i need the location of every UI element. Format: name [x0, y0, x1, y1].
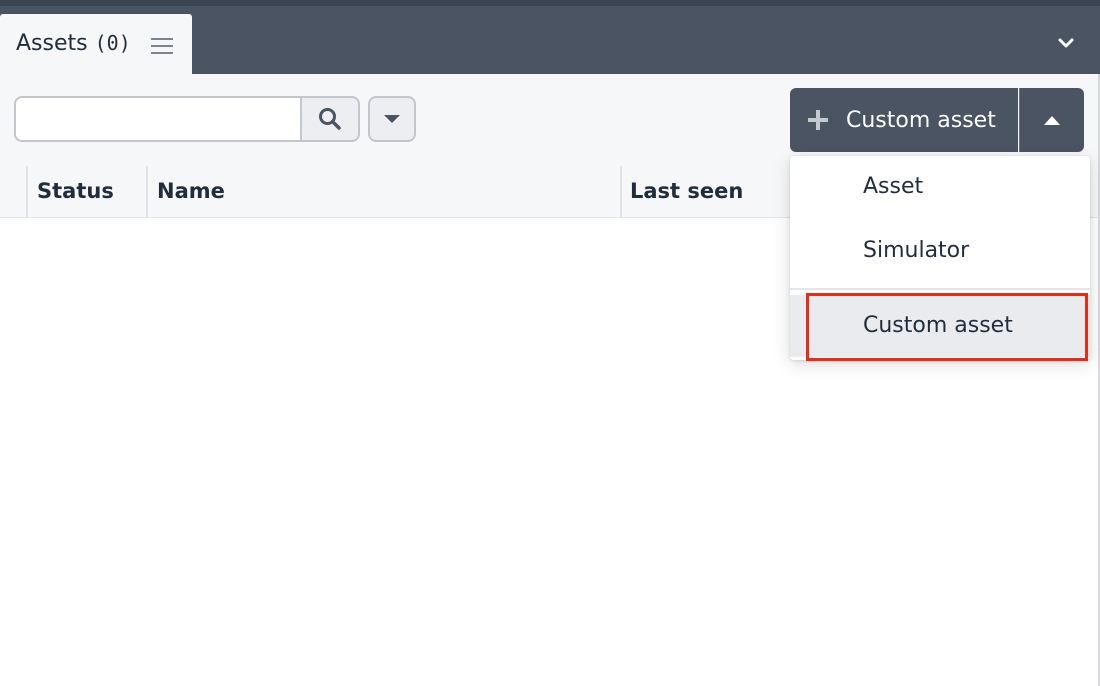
column-separator[interactable]	[146, 166, 148, 217]
column-separator[interactable]	[620, 166, 622, 217]
column-header-name[interactable]: Name	[157, 166, 225, 217]
filter-dropdown-button[interactable]	[368, 96, 416, 142]
tab-assets[interactable]: Assets (0)	[0, 14, 192, 74]
tab-count: (0)	[94, 31, 131, 55]
caret-down-icon	[384, 115, 400, 123]
menu-item-asset[interactable]: Asset	[790, 156, 1090, 218]
add-menu-toggle[interactable]	[1019, 88, 1084, 152]
tab-bar: Assets (0)	[0, 6, 1100, 74]
hamburger-icon[interactable]	[150, 36, 174, 56]
search-input[interactable]	[14, 96, 300, 142]
tab-label: Assets (0)	[16, 31, 131, 56]
assets-panel: Assets (0) Custom asset Status Name Last…	[0, 0, 1100, 686]
search-button[interactable]	[300, 96, 360, 142]
caret-up-icon	[1044, 116, 1060, 125]
search-icon	[319, 108, 341, 130]
menu-item-simulator[interactable]: Simulator	[790, 220, 1090, 282]
plus-icon	[808, 110, 828, 130]
column-header-status[interactable]: Status	[37, 166, 114, 217]
add-asset-menu: Asset Simulator Custom asset	[790, 156, 1090, 360]
column-separator[interactable]	[26, 166, 28, 217]
menu-item-custom-asset[interactable]: Custom asset	[790, 295, 1090, 357]
tab-title: Assets	[16, 31, 88, 56]
toolbar: Custom asset	[0, 74, 1098, 166]
custom-asset-button[interactable]: Custom asset	[790, 88, 1018, 152]
menu-divider	[790, 288, 1090, 290]
column-header-last-seen[interactable]: Last seen	[630, 166, 743, 217]
custom-asset-button-label: Custom asset	[846, 107, 996, 133]
chevron-down-icon[interactable]	[1054, 34, 1078, 54]
